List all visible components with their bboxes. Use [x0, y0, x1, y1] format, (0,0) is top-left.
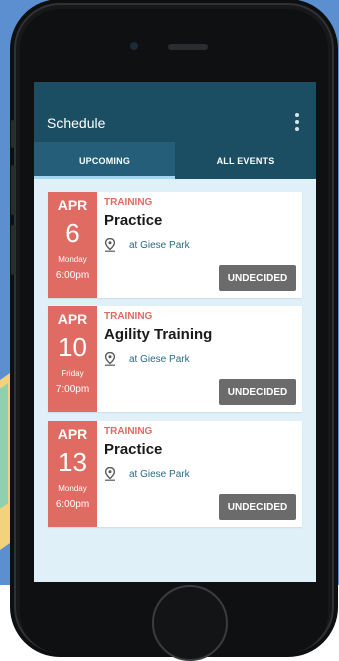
page-title: Schedule — [47, 115, 106, 131]
event-location[interactable]: at Giese Park — [104, 238, 190, 252]
event-weekday: Monday — [58, 255, 87, 264]
event-date-block: APR 6 Monday 6:00pm — [48, 192, 97, 298]
event-category: TRAINING — [104, 311, 153, 322]
event-location-text: at Giese Park — [129, 353, 190, 365]
event-card[interactable]: APR 13 Monday 6:00pm TRAINING Practice a… — [48, 421, 302, 527]
app-bar: Schedule — [34, 82, 316, 142]
event-time: 6:00pm — [55, 499, 90, 510]
event-day: 6 — [65, 218, 80, 248]
event-location-text: at Giese Park — [129, 468, 190, 480]
tab-all-events[interactable]: ALL EVENTS — [175, 142, 316, 179]
event-category: TRAINING — [104, 197, 153, 208]
event-location[interactable]: at Giese Park — [104, 467, 190, 481]
event-time: 6:00pm — [55, 270, 90, 281]
location-pin-icon — [104, 238, 116, 252]
overflow-menu-icon[interactable] — [294, 113, 300, 131]
event-day: 10 — [58, 332, 87, 362]
location-pin-icon — [104, 467, 116, 481]
tab-bar: UPCOMING ALL EVENTS — [34, 142, 316, 179]
phone-camera — [130, 42, 138, 50]
location-pin-icon — [104, 352, 116, 366]
phone-side-button — [11, 165, 15, 215]
event-time: 7:00pm — [55, 384, 90, 395]
event-category: TRAINING — [104, 426, 153, 437]
event-card[interactable]: APR 6 Monday 6:00pm TRAINING Practice at… — [48, 192, 302, 298]
event-day: 13 — [58, 447, 87, 477]
event-weekday: Monday — [58, 484, 87, 493]
event-location[interactable]: at Giese Park — [104, 352, 190, 366]
rsvp-status-button[interactable]: UNDECIDED — [219, 265, 296, 291]
phone-speaker — [168, 44, 208, 50]
event-card[interactable]: APR 10 Friday 7:00pm TRAINING Agility Tr… — [48, 306, 302, 412]
phone-side-button — [11, 120, 15, 148]
rsvp-status-button[interactable]: UNDECIDED — [219, 494, 296, 520]
tab-upcoming[interactable]: UPCOMING — [34, 142, 175, 179]
event-weekday: Friday — [61, 369, 84, 378]
event-date-block: APR 13 Monday 6:00pm — [48, 421, 97, 527]
event-month: APR — [57, 311, 88, 327]
rsvp-status-button[interactable]: UNDECIDED — [219, 379, 296, 405]
event-location-text: at Giese Park — [129, 239, 190, 251]
app-screen: Schedule UPCOMING ALL EVENTS APR 6 Monda… — [34, 82, 316, 582]
event-title: Practice — [104, 441, 163, 458]
event-date-block: APR 10 Friday 7:00pm — [48, 306, 97, 412]
event-month: APR — [57, 197, 88, 213]
phone-side-button — [11, 225, 15, 275]
event-month: APR — [57, 426, 88, 442]
event-title: Agility Training — [104, 326, 213, 343]
event-title: Practice — [104, 212, 163, 229]
